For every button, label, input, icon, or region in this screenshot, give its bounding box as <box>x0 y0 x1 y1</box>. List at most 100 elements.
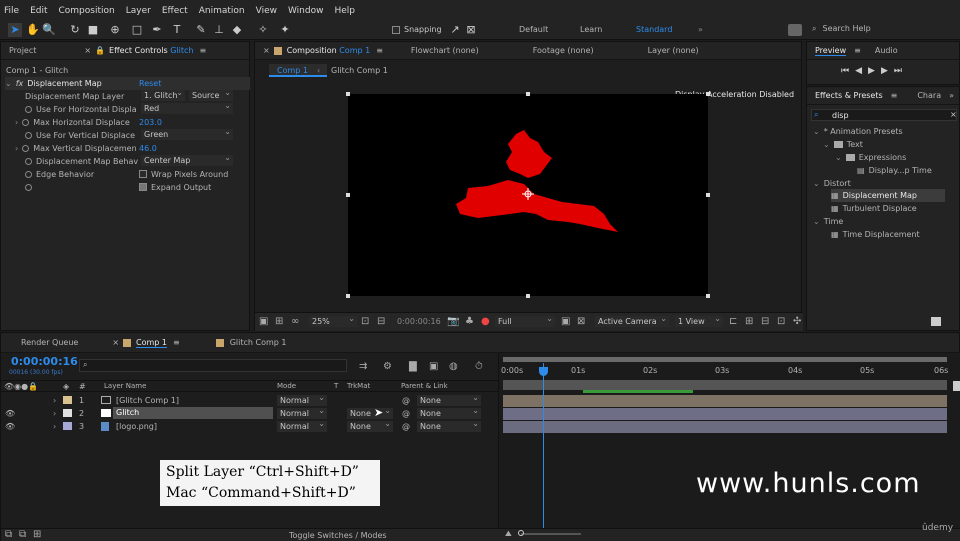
hand-tool-icon[interactable]: ✋ <box>26 23 40 37</box>
channel-icon[interactable]: ● <box>481 316 490 327</box>
tree-item-expressions[interactable]: ⌄ Expressions <box>835 151 906 164</box>
workspace-menu-icon[interactable]: » <box>698 25 703 34</box>
stopwatch-icon[interactable] <box>25 105 32 113</box>
eraser-tool-icon[interactable]: ◆ <box>230 23 244 37</box>
transfer-controls-icon[interactable]: ⧉ <box>19 529 26 540</box>
layer-name[interactable]: [Glitch Comp 1] <box>116 396 179 405</box>
expand-icon[interactable]: › <box>53 396 56 405</box>
timeline-zoom-handle[interactable] <box>953 381 960 391</box>
tab-project[interactable]: Project <box>9 46 36 55</box>
prev-frame-icon[interactable]: ◀ <box>855 66 868 76</box>
tab-footage[interactable]: Footage (none) <box>533 46 594 55</box>
pickwhip-icon[interactable]: @ <box>402 396 410 405</box>
tab-flowchart[interactable]: Flowchart (none) <box>411 46 479 55</box>
roto-brush-tool-icon[interactable]: ✧ <box>256 23 270 37</box>
collapse-icon[interactable]: ⌄ <box>823 140 830 149</box>
region-of-interest-icon[interactable]: ⊡ <box>361 316 369 327</box>
label-color[interactable] <box>63 409 72 418</box>
stopwatch-icon[interactable] <box>25 131 32 139</box>
menu-view[interactable]: View <box>256 6 277 16</box>
label-color[interactable] <box>63 422 72 431</box>
puppet-pin-tool-icon[interactable]: ✦ <box>278 23 292 37</box>
col-layer-name[interactable]: Layer Name <box>104 382 146 390</box>
tree-item-time[interactable]: ⌄ Time <box>813 215 843 228</box>
col-trkmat[interactable]: TrkMat <box>347 382 370 390</box>
col-mode[interactable]: Mode <box>277 382 296 390</box>
transform-handle[interactable] <box>706 92 710 96</box>
tab-glitch-comp1[interactable]: Glitch Comp 1 <box>230 338 287 347</box>
stopwatch-icon[interactable] <box>22 144 30 152</box>
visibility-icon[interactable]: 👁 <box>5 409 15 418</box>
close-icon[interactable]: × <box>263 46 270 55</box>
zoom-slider-knob[interactable] <box>518 530 524 536</box>
snapping-toggle[interactable]: Snapping <box>392 25 442 34</box>
play-icon[interactable]: ▶ <box>868 66 881 76</box>
always-preview-icon[interactable]: ▣ <box>259 316 268 327</box>
viewer-timecode[interactable]: 0:00:00:16 <box>397 317 441 326</box>
tab-preview[interactable]: Preview <box>815 46 847 56</box>
snap-feature-icon[interactable]: ⊠ <box>464 23 478 37</box>
stopwatch-icon[interactable] <box>25 157 32 165</box>
effects-search-box[interactable]: ⌕ disp × <box>811 109 957 121</box>
timeline-timecode[interactable]: 0:00:00:16 <box>11 355 78 368</box>
toggle-switches-modes[interactable]: Toggle Switches / Modes <box>289 531 387 540</box>
fast-preview-icon[interactable]: ▣ <box>561 316 570 327</box>
close-icon[interactable]: × <box>84 46 91 55</box>
workspace-default[interactable]: Default <box>519 25 548 34</box>
col-parent[interactable]: Parent & Link <box>401 382 448 390</box>
workspace-learn[interactable]: Learn <box>580 25 602 34</box>
menu-composition[interactable]: Composition <box>59 6 115 16</box>
tab-character[interactable]: Chara <box>917 91 941 100</box>
playhead-line[interactable] <box>543 363 544 528</box>
in-out-icon[interactable]: ⊞ <box>33 529 41 540</box>
mask-visibility-icon[interactable]: ∞ <box>291 316 299 327</box>
panel-menu-icon[interactable]: ≡ <box>891 91 898 100</box>
clone-stamp-tool-icon[interactable]: ⊥ <box>212 23 226 37</box>
zoom-tool-icon[interactable]: 🔍 <box>42 23 56 37</box>
transform-handle[interactable] <box>346 193 350 197</box>
timeline-graph-area[interactable]: 0:00s 01s 02s 03s 04s 05s 06s <box>498 353 960 541</box>
tree-item-text[interactable]: ⌄ Text <box>823 138 863 151</box>
collapse-icon[interactable]: ⌄ <box>813 127 820 136</box>
max-horizontal-value[interactable]: 203.0 <box>139 116 162 129</box>
collapse-icon[interactable]: ⌄ <box>5 79 12 88</box>
transform-handle[interactable] <box>526 92 530 96</box>
tab-comp1[interactable]: Comp 1 <box>136 338 167 348</box>
tab-render-queue[interactable]: Render Queue <box>21 338 78 347</box>
camera-select[interactable]: Active Camera <box>595 313 669 327</box>
stopwatch-icon[interactable] <box>25 170 32 178</box>
next-frame-icon[interactable]: ▶ <box>881 66 894 76</box>
sync-settings-icon[interactable] <box>788 24 802 36</box>
expand-icon[interactable]: › <box>53 422 56 431</box>
grid-icon[interactable]: ⊞ <box>275 316 283 327</box>
tree-item-distort[interactable]: ⌄ Distort <box>813 177 851 190</box>
label-color[interactable] <box>63 396 72 405</box>
tab-composition[interactable]: Composition Comp 1 <box>287 46 371 55</box>
transform-handle[interactable] <box>346 92 350 96</box>
map-behavior-select[interactable]: Center Map <box>141 152 233 166</box>
tree-item-animation-presets[interactable]: ⌄ * Animation Presets <box>813 125 903 138</box>
collapse-icon[interactable]: ⌄ <box>813 179 820 188</box>
pen-tool-icon[interactable]: ✒ <box>150 23 164 37</box>
trkmat-select[interactable]: None <box>347 418 393 432</box>
last-frame-icon[interactable]: ⏭ <box>894 66 908 76</box>
panel-menu-icon[interactable]: ≡ <box>173 338 180 347</box>
rectangle-tool-icon[interactable]: □ <box>130 23 144 37</box>
wrap-pixels-checkbox[interactable] <box>139 170 147 179</box>
composition-viewer[interactable] <box>346 92 710 298</box>
playhead-handle[interactable] <box>539 367 548 376</box>
panel-menu-icon[interactable]: ≡ <box>200 46 207 55</box>
graph-editor-icon[interactable]: ⏱ <box>475 361 483 372</box>
pan-behind-tool-icon[interactable]: ⊕ <box>108 23 122 37</box>
mode-select[interactable]: Normal <box>277 418 327 432</box>
tab-effects-presets[interactable]: Effects & Presets <box>815 91 883 100</box>
reset-exposure-icon[interactable]: ⊞ <box>745 316 753 327</box>
clear-search-icon[interactable]: × <box>950 110 957 119</box>
fx-icon[interactable]: fx <box>16 79 24 88</box>
reset-link[interactable]: Reset <box>139 79 161 88</box>
close-icon[interactable]: × <box>112 338 119 347</box>
menu-help[interactable]: Help <box>334 6 355 16</box>
panel-menu-icon[interactable]: ≡ <box>376 46 383 55</box>
parent-select[interactable]: None <box>417 418 481 432</box>
frame-blending-icon[interactable]: ▣ <box>429 361 438 372</box>
